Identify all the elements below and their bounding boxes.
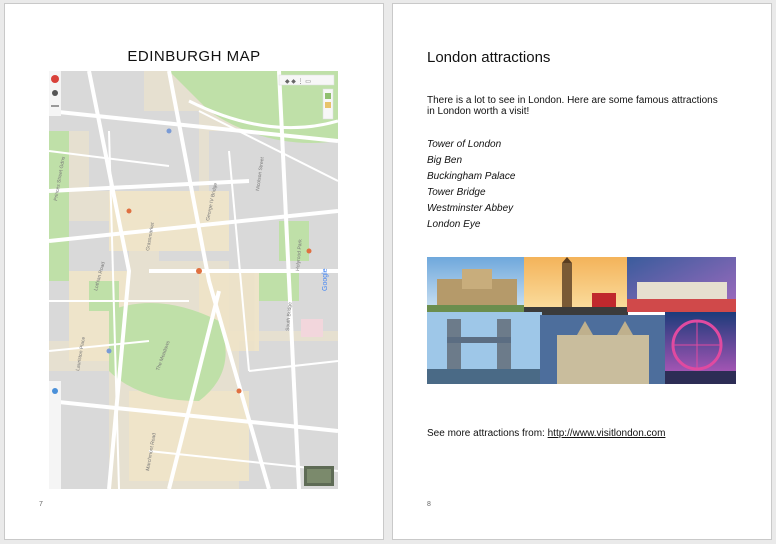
footer-text: See more attractions from: <box>427 428 548 439</box>
compass-icon <box>52 90 58 96</box>
page-title: London attractions <box>427 49 551 66</box>
list-item: Tower of London <box>427 139 502 150</box>
document-page-left: EDINBURGH MAP Princes Street Gdns Lothia… <box>4 3 384 540</box>
page-number: 8 <box>427 501 431 508</box>
list-item: Buckingham Palace <box>427 171 516 182</box>
attractions-list: Tower of London Big Ben Buckingham Palac… <box>427 137 515 233</box>
list-item: Tower Bridge <box>427 187 486 198</box>
page-number: 7 <box>39 501 43 508</box>
svg-text:Google: Google <box>322 268 329 291</box>
visitlondon-link[interactable]: http://www.visitlondon.com <box>548 428 666 439</box>
document-page-right: London attractions There is a lot to see… <box>392 3 772 540</box>
london-photo-collage <box>427 257 736 384</box>
map-title: EDINBURGH MAP <box>127 48 261 65</box>
location-marker-icon <box>51 75 59 83</box>
intro-paragraph: There is a lot to see in London. Here ar… <box>427 95 718 117</box>
footer-line: See more attractions from: http://www.vi… <box>427 428 665 439</box>
list-item: Westminster Abbey <box>427 203 514 214</box>
list-item: Big Ben <box>427 155 463 166</box>
svg-text:◆ ◆ ⋮ ▭: ◆ ◆ ⋮ ▭ <box>285 79 311 85</box>
edinburgh-map[interactable]: Princes Street Gdns Lothian Road Grassma… <box>49 71 338 489</box>
list-item: London Eye <box>427 219 481 230</box>
